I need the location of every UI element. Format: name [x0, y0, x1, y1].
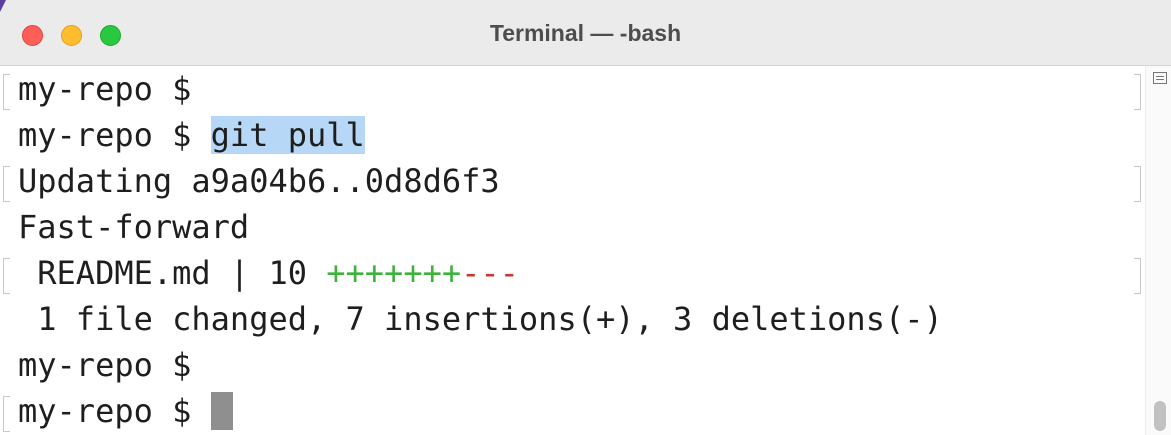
diffstat-insertions: +++++++: [326, 254, 462, 292]
terminal-line: 1 file changed, 7 insertions(+), 3 delet…: [18, 296, 943, 342]
terminal-line: my-repo $ git pull: [18, 112, 365, 158]
list-icon[interactable]: [1153, 72, 1167, 84]
text-cursor: [210, 392, 233, 430]
mark-bracket-right: [1134, 166, 1141, 202]
mark-bracket-right: [1134, 258, 1141, 294]
line-text: Updating a9a04b6..0d8d6f3: [18, 162, 500, 200]
terminal-window: Terminal — -bash my-repo $ my-repo $ git…: [0, 0, 1171, 435]
line-text: my-repo $: [18, 392, 211, 430]
diffstat-deletions: ---: [461, 254, 519, 292]
mark-bracket-left: [3, 74, 10, 110]
line-text: my-repo $: [18, 346, 211, 384]
terminal-line: my-repo $: [18, 66, 211, 112]
line-text: Fast-forward: [18, 208, 250, 246]
diffstat-prefix: README.md | 10: [18, 254, 327, 292]
window-title: Terminal — -bash: [489, 20, 682, 46]
terminal-line: Updating a9a04b6..0d8d6f3: [18, 158, 500, 204]
terminal-line: my-repo $: [18, 342, 211, 388]
scrollbar-thumb[interactable]: [1154, 401, 1166, 431]
line-text: my-repo $: [18, 70, 211, 108]
title-bar[interactable]: Terminal — -bash: [0, 0, 1171, 66]
mark-bracket-left: [3, 258, 10, 294]
mark-bracket-left: [3, 166, 10, 202]
mark-bracket-right: [1134, 74, 1141, 110]
selected-command[interactable]: git pull: [210, 116, 365, 154]
terminal-line: README.md | 10 +++++++---: [18, 250, 519, 296]
terminal-line: Fast-forward: [18, 204, 249, 250]
mark-bracket-left: [3, 396, 10, 432]
prompt: my-repo $: [18, 116, 211, 154]
window-corner-accent: [0, 0, 6, 12]
vertical-scrollbar[interactable]: [1145, 66, 1171, 435]
line-text: 1 file changed, 7 insertions(+), 3 delet…: [18, 300, 943, 338]
terminal-content[interactable]: my-repo $ my-repo $ git pull Updating a9…: [0, 66, 1145, 435]
terminal-line: my-repo $: [18, 388, 233, 434]
